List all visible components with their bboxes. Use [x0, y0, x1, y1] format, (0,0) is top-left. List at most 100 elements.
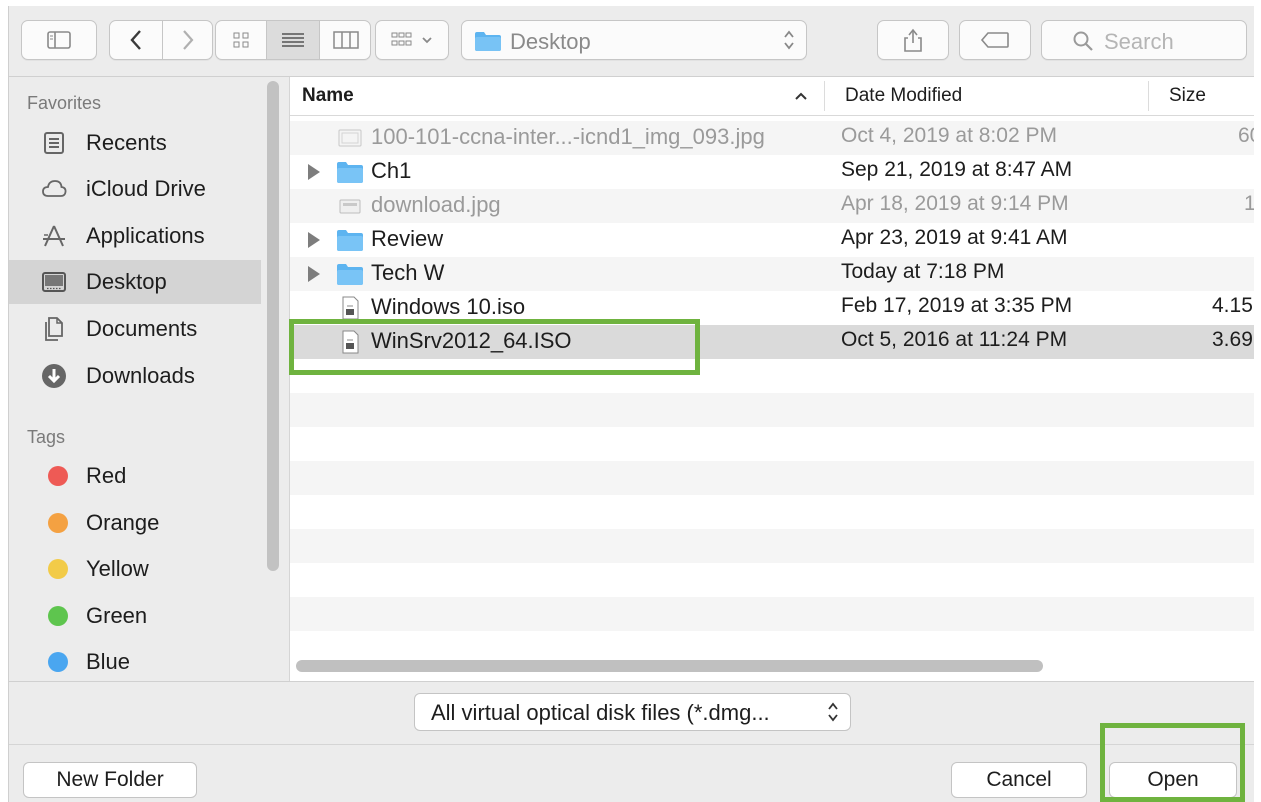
path-label: Desktop: [510, 29, 591, 54]
sidebar-tag-orange[interactable]: Orange: [9, 501, 261, 545]
column-header-date[interactable]: Date Modified: [845, 85, 962, 107]
sidebar-item-documents[interactable]: Documents: [9, 307, 261, 351]
sidebar-item-label: Recents: [86, 130, 167, 155]
back-button[interactable]: [110, 21, 162, 59]
red-tag-icon: [48, 466, 68, 486]
folder-icon: [337, 230, 363, 251]
downloads-icon: [42, 364, 66, 388]
file-row[interactable]: Review Apr 23, 2019 at 9:41 AM: [290, 223, 1254, 257]
folder-icon: [475, 32, 501, 51]
column-view-button[interactable]: [320, 21, 371, 59]
file-type-filter-select[interactable]: All virtual optical disk files (*.dmg...: [414, 693, 851, 731]
green-tag-icon: [48, 606, 68, 626]
up-down-chevron-icon: [828, 702, 838, 722]
search-field[interactable]: Search: [1041, 20, 1247, 60]
file-name: download.jpg: [371, 192, 501, 217]
file-size: 1: [1244, 192, 1254, 216]
sidebar-item-applications[interactable]: Applications: [9, 214, 261, 258]
disclosure-triangle-icon[interactable]: [308, 164, 320, 180]
file-date: Oct 5, 2016 at 11:24 PM: [841, 328, 1068, 351]
sidebar-item-label: Desktop: [86, 269, 167, 294]
file-name: Tech W: [371, 260, 445, 285]
highlight-selected-file: [289, 319, 700, 375]
favorites-header: Favorites: [27, 93, 102, 113]
empty-row: [290, 461, 1254, 495]
sidebar-item-label: Green: [86, 603, 148, 628]
horizontal-scrollbar[interactable]: [296, 660, 1043, 672]
column-header-size[interactable]: Size: [1169, 85, 1206, 107]
sidebar-tag-yellow[interactable]: Yellow: [9, 547, 261, 591]
highlight-open-button: [1100, 723, 1245, 802]
sidebar-item-label: Orange: [86, 510, 160, 535]
file-row[interactable]: Ch1 Sep 21, 2019 at 8:47 AM: [290, 155, 1254, 189]
forward-button[interactable]: [163, 21, 213, 59]
path-popup[interactable]: Desktop: [461, 20, 807, 60]
file-date: Apr 18, 2019 at 9:14 PM: [841, 192, 1069, 215]
sidebar-scrollbar[interactable]: [267, 81, 279, 571]
sidebar: Favorites Recents iCloud Drive Applicati…: [9, 77, 290, 681]
file-name: Ch1: [371, 158, 412, 183]
cloud-icon: [42, 180, 67, 197]
file-row[interactable]: 100-101-ccna-inter...-icnd1_img_093.jpg …: [290, 121, 1254, 155]
file-row[interactable]: download.jpg Apr 18, 2019 at 9:14 PM 1: [290, 189, 1254, 223]
share-button[interactable]: [877, 20, 949, 60]
sidebar-tag-blue[interactable]: Blue: [9, 640, 261, 684]
file-date: Sep 21, 2019 at 8:47 AM: [841, 158, 1073, 181]
sidebar-toggle-button[interactable]: [21, 20, 97, 60]
empty-row: [290, 393, 1254, 427]
image-file-icon: [338, 129, 362, 147]
sidebar-icon: [47, 31, 71, 49]
new-folder-button[interactable]: New Folder: [23, 762, 197, 798]
file-date: Today at 7:18 PM: [841, 260, 1005, 283]
columns-icon: [332, 31, 359, 49]
file-date: Apr 23, 2019 at 9:41 AM: [841, 226, 1068, 249]
chevron-left-icon: [130, 30, 141, 50]
sidebar-item-label: iCloud Drive: [86, 176, 206, 201]
list-icon: [282, 33, 304, 47]
file-size: 4.15: [1212, 294, 1253, 317]
file-name: Windows 10.iso: [371, 294, 526, 319]
sidebar-item-label: Yellow: [86, 556, 149, 581]
file-size: 60: [1238, 124, 1254, 147]
disclosure-triangle-icon[interactable]: [308, 232, 320, 248]
list-view-button[interactable]: [267, 21, 319, 59]
bottom-bar: All virtual optical disk files (*.dmg...…: [9, 681, 1254, 802]
arrange-button[interactable]: [375, 20, 449, 60]
folder-icon: [337, 162, 363, 183]
sidebar-item-downloads[interactable]: Downloads: [9, 354, 261, 398]
search-icon: [1073, 31, 1093, 51]
sidebar-tag-red[interactable]: Red: [9, 454, 261, 498]
sidebar-item-label: Red: [86, 463, 127, 488]
file-name: Review: [371, 226, 444, 251]
icon-view-button[interactable]: [216, 21, 266, 59]
share-icon: [904, 28, 922, 52]
column-header-name[interactable]: Name: [302, 85, 354, 107]
view-mode-control: [215, 20, 371, 60]
documents-icon: [45, 317, 63, 341]
sidebar-item-label: Applications: [86, 223, 205, 248]
blue-tag-icon: [48, 652, 68, 672]
chevron-down-icon: [422, 37, 432, 44]
sidebar-item-label: Blue: [86, 649, 131, 674]
sort-ascending-icon: [795, 92, 807, 100]
search-placeholder: Search: [1104, 29, 1174, 54]
image-file-icon: [339, 199, 361, 214]
tags-header: Tags: [27, 427, 66, 447]
tag-button[interactable]: [959, 20, 1031, 60]
up-down-chevron-icon: [784, 30, 794, 50]
chevron-right-icon: [183, 30, 194, 50]
recents-icon: [44, 132, 64, 154]
file-name: 100-101-ccna-inter...-icnd1_img_093.jpg: [371, 124, 765, 149]
desktop-icon: [42, 272, 66, 292]
disclosure-triangle-icon[interactable]: [308, 266, 320, 282]
back-forward-control: [109, 20, 213, 60]
sidebar-item-icloud-drive[interactable]: iCloud Drive: [9, 167, 261, 211]
sidebar-tag-green[interactable]: Green: [9, 594, 261, 638]
file-row[interactable]: Tech W Today at 7:18 PM: [290, 257, 1254, 291]
sidebar-item-recents[interactable]: Recents: [9, 121, 261, 165]
sidebar-item-label: Downloads: [86, 363, 195, 388]
sidebar-item-desktop[interactable]: Desktop: [9, 260, 261, 304]
cancel-button[interactable]: Cancel: [951, 762, 1087, 798]
sidebar-item-label: Documents: [86, 316, 198, 341]
grid-icon: [233, 32, 249, 48]
